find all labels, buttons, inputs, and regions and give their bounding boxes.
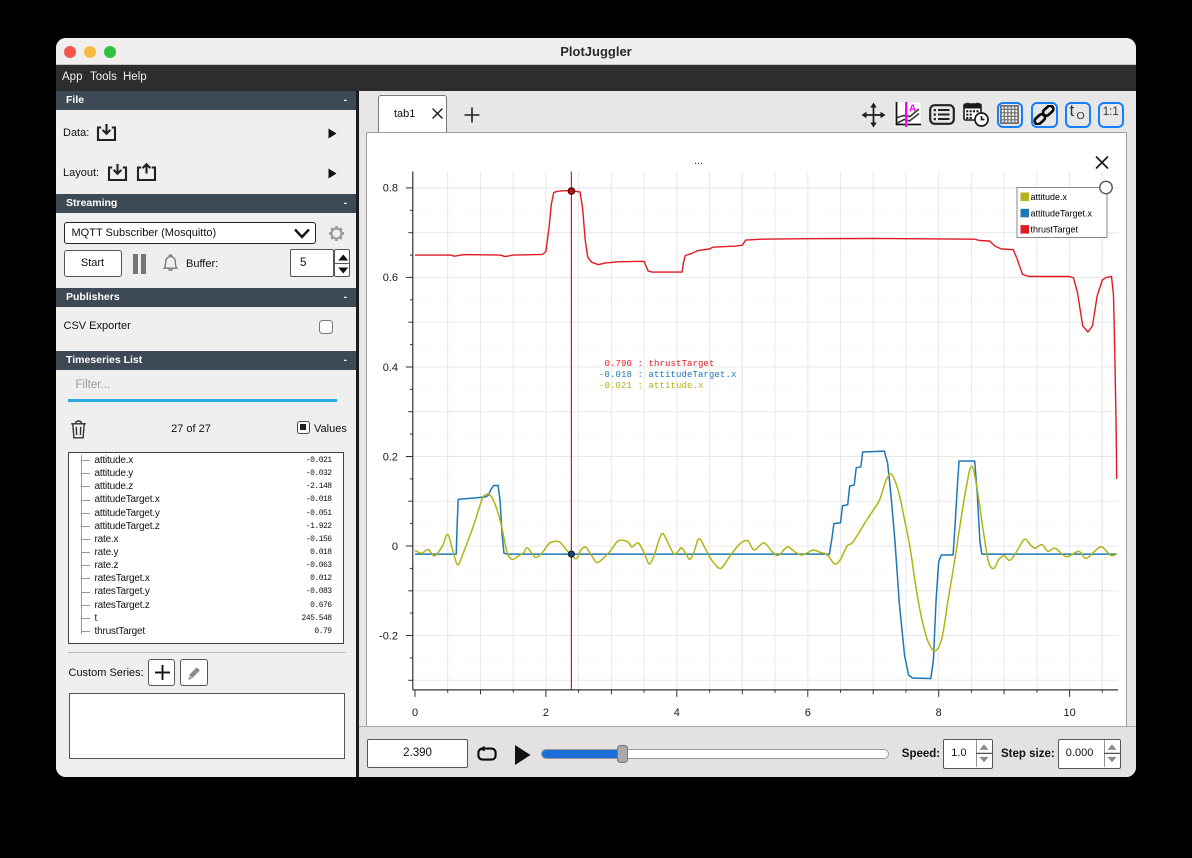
svg-text:2: 2: [543, 707, 549, 719]
svg-text:0.6: 0.6: [383, 272, 398, 284]
svg-text:0: 0: [392, 540, 398, 552]
svg-text:0.790 : thrustTarget: 0.790 : thrustTarget: [599, 359, 715, 369]
svg-text:A: A: [909, 104, 916, 115]
svg-text:-0.018 : attitudeTarget.x: -0.018 : attitudeTarget.x: [599, 370, 737, 380]
svg-text:6: 6: [805, 707, 811, 719]
svg-text:0.4: 0.4: [383, 361, 398, 373]
svg-text:10: 10: [1063, 707, 1075, 719]
svg-text:attitudeTarget.x: attitudeTarget.x: [1031, 208, 1093, 218]
svg-text:0.8: 0.8: [383, 182, 398, 194]
svg-text:-0.021 : attitude.x: -0.021 : attitude.x: [599, 381, 704, 391]
svg-text:...: ...: [694, 155, 703, 167]
svg-text:0.2: 0.2: [383, 451, 398, 463]
svg-text:8: 8: [936, 707, 942, 719]
svg-text:thrustTarget: thrustTarget: [1031, 224, 1079, 234]
svg-text:attitude.x: attitude.x: [1031, 192, 1068, 202]
svg-text:-0.2: -0.2: [379, 630, 398, 642]
svg-text:4: 4: [674, 707, 680, 719]
svg-text:0: 0: [412, 707, 418, 719]
